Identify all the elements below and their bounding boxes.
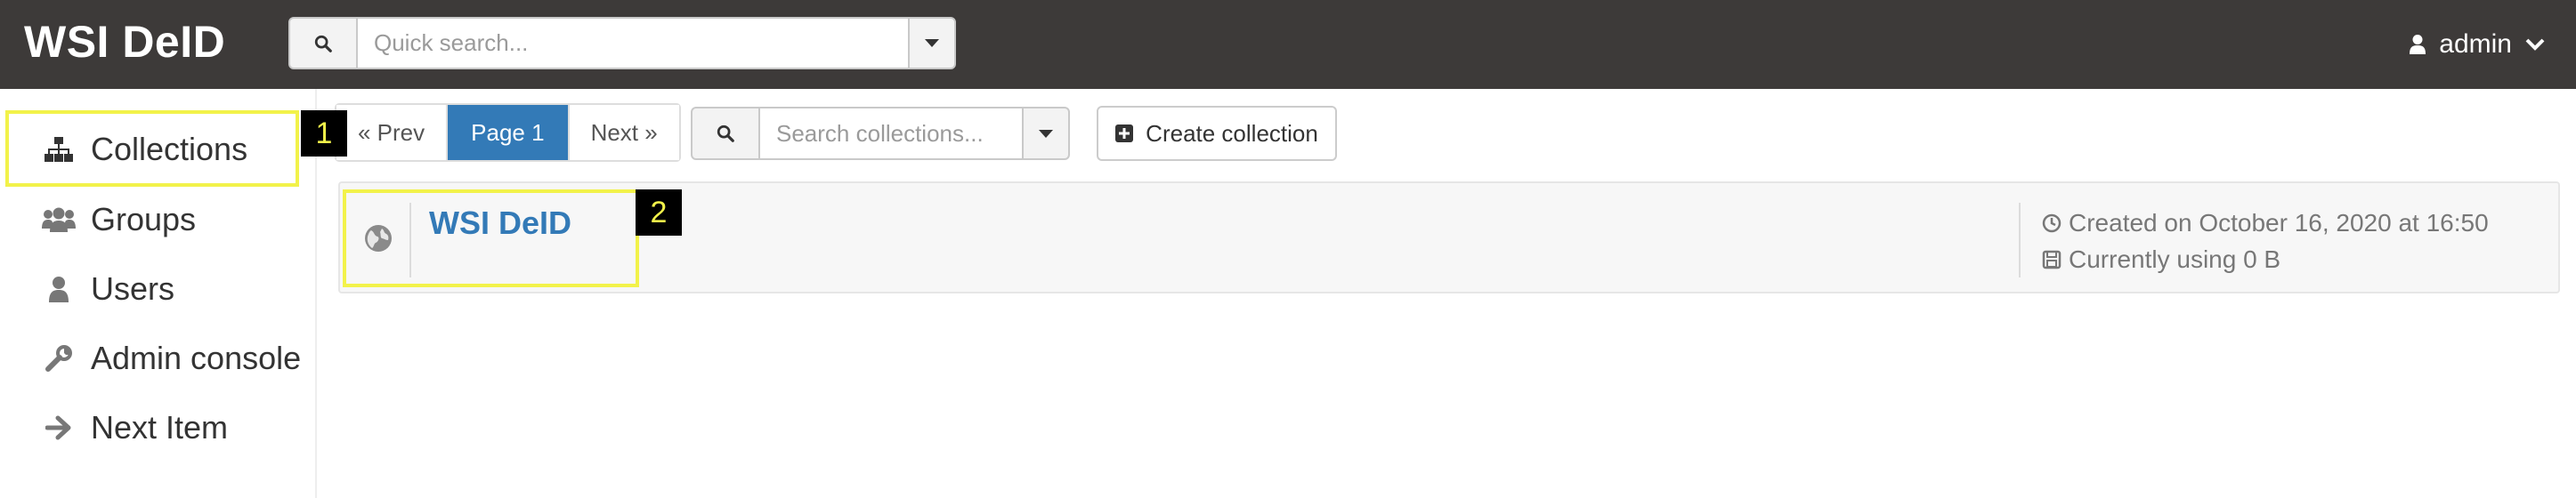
sidebar-item-groups[interactable]: Groups [0,185,303,254]
highlight-box-collections [5,110,299,187]
sidebar-item-next-item[interactable]: Next Item [0,393,303,462]
caret-down-icon [925,39,939,47]
user-name: admin [2439,29,2512,59]
quick-search-dropdown-button[interactable] [908,17,956,69]
sidebar-item-admin-console[interactable]: Admin console [0,324,303,393]
pagination: « Prev Page 1 Next » [335,103,681,162]
caret-down-icon [1039,129,1053,138]
wrench-icon [41,344,77,373]
search-icon [717,124,734,142]
usage-line: Currently using 0 B [2042,241,2489,277]
collection-search-button[interactable] [691,107,760,160]
create-collection-label: Create collection [1146,119,1318,147]
sidebar-item-label: Groups [91,201,197,237]
top-navbar: WSI DeID admin [0,0,2576,89]
collection-search-input[interactable] [758,107,1024,160]
collection-meta: Created on October 16, 2020 at 16:50 Cur… [2042,205,2489,277]
floppy-disk-icon [2042,250,2062,269]
search-icon [314,35,332,52]
created-line: Created on October 16, 2020 at 16:50 [2042,205,2489,241]
arrow-right-icon [41,415,77,440]
user-icon [2410,35,2426,54]
plus-square-icon [1115,124,1134,142]
current-page-button[interactable]: Page 1 [448,105,570,160]
sidebar-item-label: Next Item [91,409,229,446]
create-collection-button[interactable]: Create collection [1097,106,1337,161]
users-icon [41,207,77,232]
collection-search-dropdown-button[interactable] [1022,107,1070,160]
sidebar-item-label: Users [91,270,175,307]
sidebar-item-users[interactable]: Users [0,254,303,324]
usage-text: Currently using 0 B [2069,245,2281,273]
row-divider [2019,203,2021,277]
quick-search-input[interactable] [356,17,910,69]
user-menu[interactable]: admin [2409,27,2546,62]
created-date: Created on October 16, 2020 at 16:50 [2069,209,2489,237]
user-icon [41,276,77,302]
prev-page-button[interactable]: « Prev [336,105,449,160]
annotation-badge-2: 2 [636,189,682,236]
app-title[interactable]: WSI DeID [24,16,225,68]
chevron-down-icon [2525,38,2545,51]
sidebar-item-label: Admin console [91,340,302,376]
annotation-badge-1: 1 [301,110,347,157]
quick-search-button[interactable] [288,17,358,69]
clock-icon [2042,213,2062,232]
next-page-button[interactable]: Next » [569,105,679,160]
highlight-box-wsi-deid [343,189,639,287]
